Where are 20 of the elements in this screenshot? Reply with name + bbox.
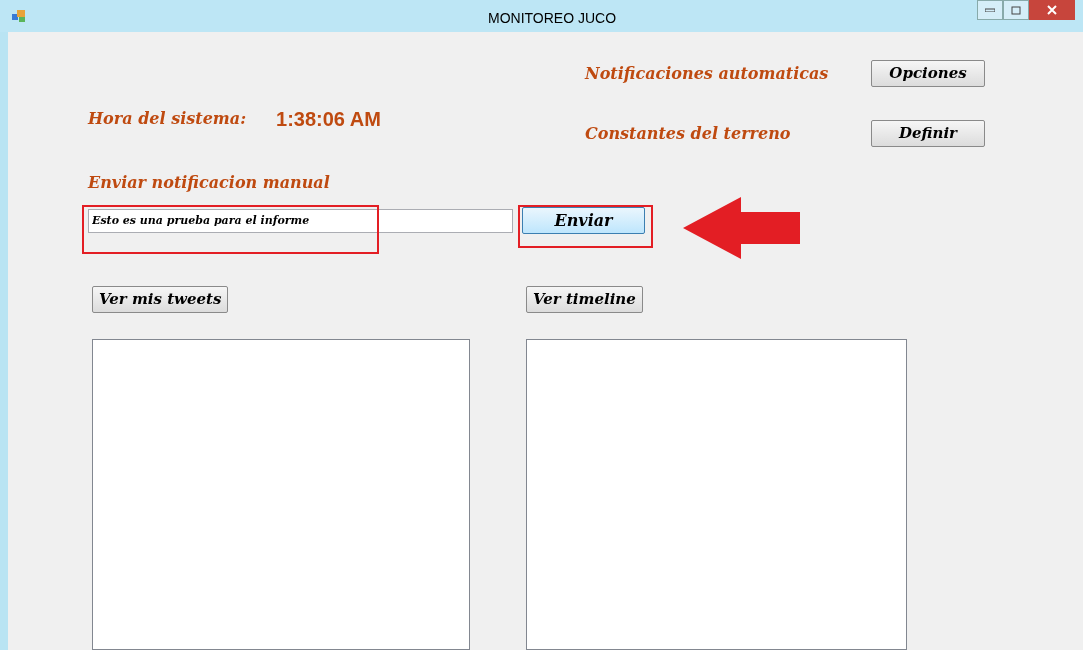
close-icon	[1047, 5, 1057, 15]
maximize-icon	[1011, 5, 1021, 15]
window-title: MONITOREO JUCO	[488, 9, 617, 28]
list-button[interactable]: Ver mis tweets	[92, 286, 229, 313]
clock-time: 1:38:06 AM	[276, 107, 381, 132]
app-icon	[12, 10, 26, 22]
setting-button[interactable]: Opciones	[871, 60, 985, 87]
close-button[interactable]	[1029, 0, 1075, 20]
clock-label: Hora del sistema:	[88, 108, 247, 130]
minimize-icon	[985, 8, 995, 12]
maximize-button[interactable]	[1003, 0, 1029, 20]
setting-button[interactable]: Definir	[871, 120, 985, 147]
arrow-icon	[683, 197, 801, 259]
send-button[interactable]: Enviar	[522, 207, 645, 234]
manual-label: Enviar notificacion manual	[88, 173, 330, 192]
message-field[interactable]: Esto es una prueba para el informe	[88, 208, 513, 233]
setting-label: Notificaciones automaticas	[585, 62, 829, 85]
setting-label: Constantes del terreno	[585, 122, 791, 145]
list-button[interactable]: Ver timeline	[526, 286, 643, 313]
minimize-button[interactable]	[977, 0, 1003, 20]
